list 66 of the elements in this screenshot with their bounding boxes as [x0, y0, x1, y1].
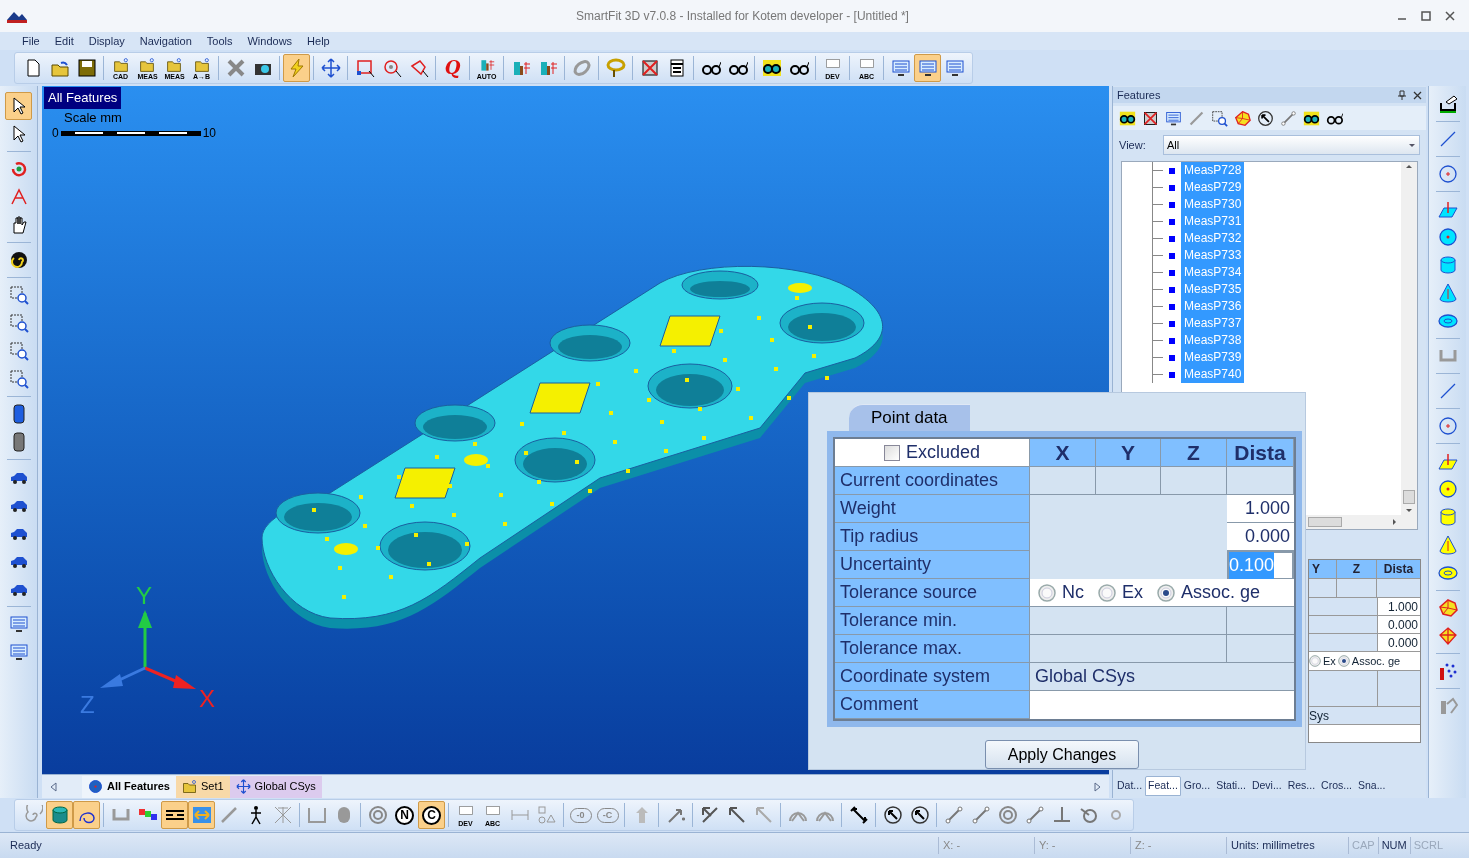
row-label: Tolerance source [835, 579, 1030, 607]
column-header: Z [1337, 560, 1377, 578]
row-label: Tip radius [835, 523, 1030, 551]
column-header: Dista [1227, 439, 1294, 467]
menu-item[interactable]: Display [88, 32, 125, 50]
status-message: Ready [9, 838, 43, 854]
column-header: Dista [1382, 561, 1415, 578]
radio-label: Ex [1323, 653, 1336, 669]
menu-item[interactable]: Help [307, 32, 330, 50]
menu-item[interactable]: File [22, 32, 40, 50]
row-label: Uncertainty [835, 551, 1030, 579]
axis-label: Z [80, 691, 95, 718]
table-cell: 0.000 [1377, 634, 1420, 651]
scale-max: 10 [202, 125, 217, 142]
axis-label: X [199, 685, 215, 712]
panel-tab[interactable]: Dat... [1114, 776, 1146, 796]
radio-label: Assoc. ge [1351, 653, 1401, 669]
view-name-label: All Features [44, 87, 122, 109]
status-indicator: NUM [1377, 837, 1410, 854]
view-tab[interactable]: All Features [82, 775, 176, 798]
status-indicator: SCRL [1409, 837, 1447, 854]
panel-tab[interactable]: Cros... [1318, 776, 1355, 796]
panel-tab[interactable]: Sna... [1355, 776, 1389, 796]
toolbar-button[interactable]: C [418, 801, 445, 829]
table-cell: 0.000 [1377, 616, 1420, 633]
menu-item[interactable]: Navigation [139, 32, 192, 50]
menu-item[interactable]: Edit [54, 32, 74, 50]
radio-label: Nc [1062, 581, 1084, 604]
panel-tab[interactable]: Stati... [1213, 776, 1249, 796]
row-label: Current coordinates [835, 467, 1030, 495]
panel-tab[interactable]: Feat... [1145, 776, 1181, 796]
view-dropdown[interactable]: All [1163, 135, 1420, 155]
view-label: View: [1119, 137, 1147, 153]
scale-min: 0 [52, 125, 59, 142]
status-indicator: CAP [1348, 837, 1378, 854]
status-units: Units: millimetres [1226, 837, 1348, 854]
view-tab[interactable]: Set1 [175, 775, 230, 798]
panel-tab[interactable]: Devi... [1248, 776, 1285, 796]
column-header: Z [1161, 439, 1227, 467]
menu-item[interactable]: Windows [247, 32, 293, 50]
column-header: Y [1096, 439, 1161, 467]
panel-tab[interactable]: Res... [1284, 776, 1319, 796]
status-x: X: - [938, 837, 1034, 854]
radio-label: Ex [1122, 581, 1143, 604]
status-z: Z: - [1130, 837, 1226, 854]
column-header: Y [1309, 560, 1337, 578]
view-tab[interactable]: Global CSys [229, 775, 322, 798]
checkbox-label: Excluded [905, 441, 981, 464]
row-label: Comment [835, 691, 1030, 719]
apply-changes-button[interactable]: Apply Changes [985, 740, 1139, 769]
row-label: Weight [835, 495, 1030, 523]
column-header: X [1030, 439, 1096, 467]
point-data-tab[interactable]: Point data [849, 404, 970, 431]
axis-label: Y [136, 582, 152, 609]
window-title: SmartFit 3D v7.0.8 - Installed for Kotem developer - [Untitled *] [576, 8, 909, 25]
toolbar-button[interactable]: Q [439, 54, 466, 82]
panel-title: Features [1117, 87, 1162, 103]
row-label: Coordinate system [835, 663, 1030, 691]
status-y: Y: - [1034, 837, 1130, 854]
panel-tab[interactable]: Gro... [1180, 776, 1214, 796]
row-label: Tolerance max. [835, 635, 1030, 663]
radio-label: Assoc. ge [1181, 581, 1261, 604]
table-cell: 1.000 [1377, 598, 1420, 615]
menu-item[interactable]: Tools [206, 32, 233, 50]
scale-title: Scale mm [64, 109, 122, 127]
row-label: Tolerance min. [835, 607, 1030, 635]
